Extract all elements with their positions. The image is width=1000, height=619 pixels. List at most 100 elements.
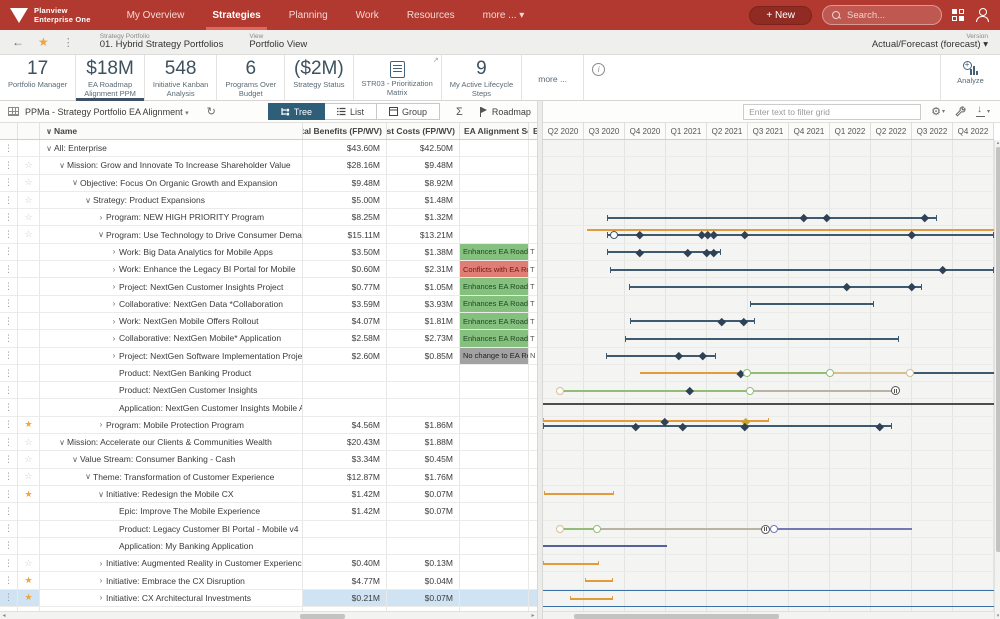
gantt-bar[interactable] xyxy=(544,491,614,496)
milestone-ring-icon[interactable] xyxy=(746,386,754,395)
row-star-icon[interactable] xyxy=(18,537,40,555)
gantt-bar[interactable] xyxy=(560,389,750,392)
milestone-diamond-icon[interactable] xyxy=(686,386,694,395)
table-row[interactable]: ⋮ › Work: Big Data Analytics for Mobile Ap… xyxy=(0,243,537,262)
row-star-icon[interactable] xyxy=(18,312,40,330)
milestone-ring-icon[interactable] xyxy=(743,369,751,378)
gantt-bar[interactable] xyxy=(543,545,667,548)
gantt-vertical-scrollbar[interactable]: ▴ ▾ xyxy=(994,140,1000,619)
milestone-pause-icon[interactable] xyxy=(890,386,900,396)
milestone-diamond-icon[interactable] xyxy=(921,213,929,222)
scroll-up-icon[interactable]: ▴ xyxy=(995,140,1000,146)
table-row[interactable]: ⋮ ☆ ∨ Strategy: Product Expansions $5.00M $1.… xyxy=(0,191,537,210)
context-menu-icon[interactable]: ⋮ xyxy=(63,36,74,49)
row-kebab-icon[interactable]: ⋮ xyxy=(0,191,18,209)
table-row[interactable]: ⋮ ★ ∨ Initiative: Redesign the Mobile CX $1.… xyxy=(0,485,537,504)
row-kebab-icon[interactable]: ⋮ xyxy=(0,537,18,555)
row-kebab-icon[interactable]: ⋮ xyxy=(0,485,18,503)
table-row[interactable]: ⋮ Application: NextGen Customer Insights … xyxy=(0,399,537,417)
table-row[interactable]: ⋮ ☆ ∨ Mission: Grow and Innovate To Increas… xyxy=(0,157,537,175)
milestone-ring-icon[interactable] xyxy=(906,369,914,378)
milestone-diamond-icon[interactable] xyxy=(684,248,692,257)
milestone-diamond-icon[interactable] xyxy=(823,213,831,222)
expand-caret-icon[interactable]: › xyxy=(109,265,119,274)
scroll-down-icon[interactable]: ▾ xyxy=(995,613,1000,619)
gantt-horizontal-scrollbar[interactable] xyxy=(543,611,994,619)
row-kebab-icon[interactable]: ⋮ xyxy=(0,503,18,520)
kpi-tile-2[interactable]: $18M EA Roadmap Alignment PPM xyxy=(76,55,145,101)
kpi-tile-3[interactable]: 548 Initiative Kanban Analysis xyxy=(145,55,218,100)
row-kebab-icon[interactable]: ⋮ xyxy=(0,347,18,364)
grid-filter-input[interactable] xyxy=(743,103,922,120)
table-row[interactable]: ⋮ › Project: NextGen Customer Insights Pro… xyxy=(0,278,537,296)
row-kebab-icon[interactable]: ⋮ xyxy=(0,140,18,157)
row-star-icon[interactable]: ★ xyxy=(18,485,40,503)
milestone-ring-icon[interactable] xyxy=(770,525,778,534)
milestone-diamond-icon[interactable] xyxy=(741,231,749,239)
row-star-icon[interactable] xyxy=(18,330,40,347)
expand-caret-icon[interactable]: ∨ xyxy=(57,438,67,447)
milestone-ring-icon[interactable] xyxy=(610,230,618,239)
portfolio-selector[interactable]: Strategy Portfolio 01. Hybrid Strategy P… xyxy=(100,33,224,51)
view-button-list[interactable]: List xyxy=(325,103,378,120)
row-kebab-icon[interactable]: ⋮ xyxy=(0,295,18,312)
row-star-icon[interactable] xyxy=(18,520,40,537)
analyze-button[interactable]: Analyze xyxy=(940,55,1000,100)
tools-wrench-icon[interactable] xyxy=(955,106,966,117)
row-kebab-icon[interactable]: ⋮ xyxy=(0,399,18,416)
planview-logo[interactable]: Planview Enterprise One xyxy=(10,6,91,25)
table-row[interactable]: ⋮ ★ › Initiative: Embrace the CX Disruption… xyxy=(0,572,537,590)
grid-horizontal-scrollbar[interactable]: ◂ ▸ xyxy=(0,611,537,619)
view-button-tree[interactable]: Tree xyxy=(267,103,325,120)
gantt-bar[interactable] xyxy=(830,372,910,375)
row-kebab-icon[interactable]: ⋮ xyxy=(0,555,18,572)
milestone-diamond-icon[interactable] xyxy=(632,422,640,431)
app-switcher-icon[interactable] xyxy=(952,9,964,21)
gantt-bar[interactable] xyxy=(745,372,830,375)
milestone-diamond-icon[interactable] xyxy=(908,231,916,239)
row-star-icon[interactable]: ☆ xyxy=(18,191,40,209)
kpi-tile-6[interactable]: ↗ STR03 - Prioritization Matrix xyxy=(354,55,442,100)
table-row[interactable]: ⋮ › Collaborative: NextGen Mobile* Applica… xyxy=(0,330,537,348)
row-star-icon[interactable] xyxy=(18,399,40,416)
row-star-icon[interactable] xyxy=(18,347,40,364)
global-search[interactable] xyxy=(822,5,942,25)
milestone-diamond-icon[interactable] xyxy=(675,352,683,360)
row-star-icon[interactable]: ☆ xyxy=(18,174,40,191)
row-star-icon[interactable] xyxy=(18,140,40,157)
ea2-column-header[interactable]: EA xyxy=(529,123,537,139)
row-star-icon[interactable] xyxy=(18,364,40,382)
row-star-icon[interactable]: ☆ xyxy=(18,434,40,451)
kpi-tile-4[interactable]: 6 Programs Over Budget xyxy=(217,55,286,100)
table-row[interactable]: ⋮ ☆ ∨ Program: Use Technology to Drive Cons… xyxy=(0,226,537,244)
row-star-icon[interactable] xyxy=(18,278,40,295)
table-row[interactable]: ⋮ › Work: NextGen Mobile Offers Rollout $4.… xyxy=(0,312,537,331)
milestone-diamond-icon[interactable] xyxy=(679,422,687,431)
new-button[interactable]: + New xyxy=(749,5,812,25)
costs-column-header[interactable]: Forecast Costs (FP/WV) xyxy=(387,123,460,139)
scroll-right-icon[interactable]: ▸ xyxy=(529,612,537,619)
version-selector[interactable]: Version Actual/Forecast (forecast) ▾ xyxy=(872,33,988,51)
expand-caret-icon[interactable]: › xyxy=(109,317,119,326)
scroll-left-icon[interactable]: ◂ xyxy=(0,612,8,619)
row-kebab-icon[interactable]: ⋮ xyxy=(0,209,18,226)
row-star-icon[interactable]: ☆ xyxy=(18,209,40,226)
expand-caret-icon[interactable]: › xyxy=(96,576,106,585)
table-row[interactable]: ⋮ Product: NextGen Banking Product xyxy=(0,364,537,383)
row-kebab-icon[interactable]: ⋮ xyxy=(0,572,18,589)
gantt-vscroll-thumb[interactable] xyxy=(995,147,1000,552)
gantt-bar[interactable] xyxy=(570,596,613,601)
expand-caret-icon[interactable]: › xyxy=(96,559,106,568)
gantt-bar[interactable] xyxy=(598,528,763,531)
milestone-pause-icon[interactable] xyxy=(760,524,770,534)
table-row[interactable]: ⋮ ☆ ∨ Mission: Accelerate our Clients & Com… xyxy=(0,434,537,452)
back-icon[interactable]: ← xyxy=(12,35,24,49)
gantt-bar[interactable] xyxy=(629,283,922,290)
expand-caret-icon[interactable]: ∨ xyxy=(96,490,106,499)
row-star-icon[interactable] xyxy=(18,382,40,399)
row-star-icon[interactable]: ☆ xyxy=(18,451,40,468)
gantt-bar[interactable] xyxy=(750,301,874,308)
expand-caret-icon[interactable]: ∨ xyxy=(96,230,106,239)
nav-item-planning[interactable]: Planning xyxy=(275,0,342,30)
row-kebab-icon[interactable]: ⋮ xyxy=(0,364,18,382)
